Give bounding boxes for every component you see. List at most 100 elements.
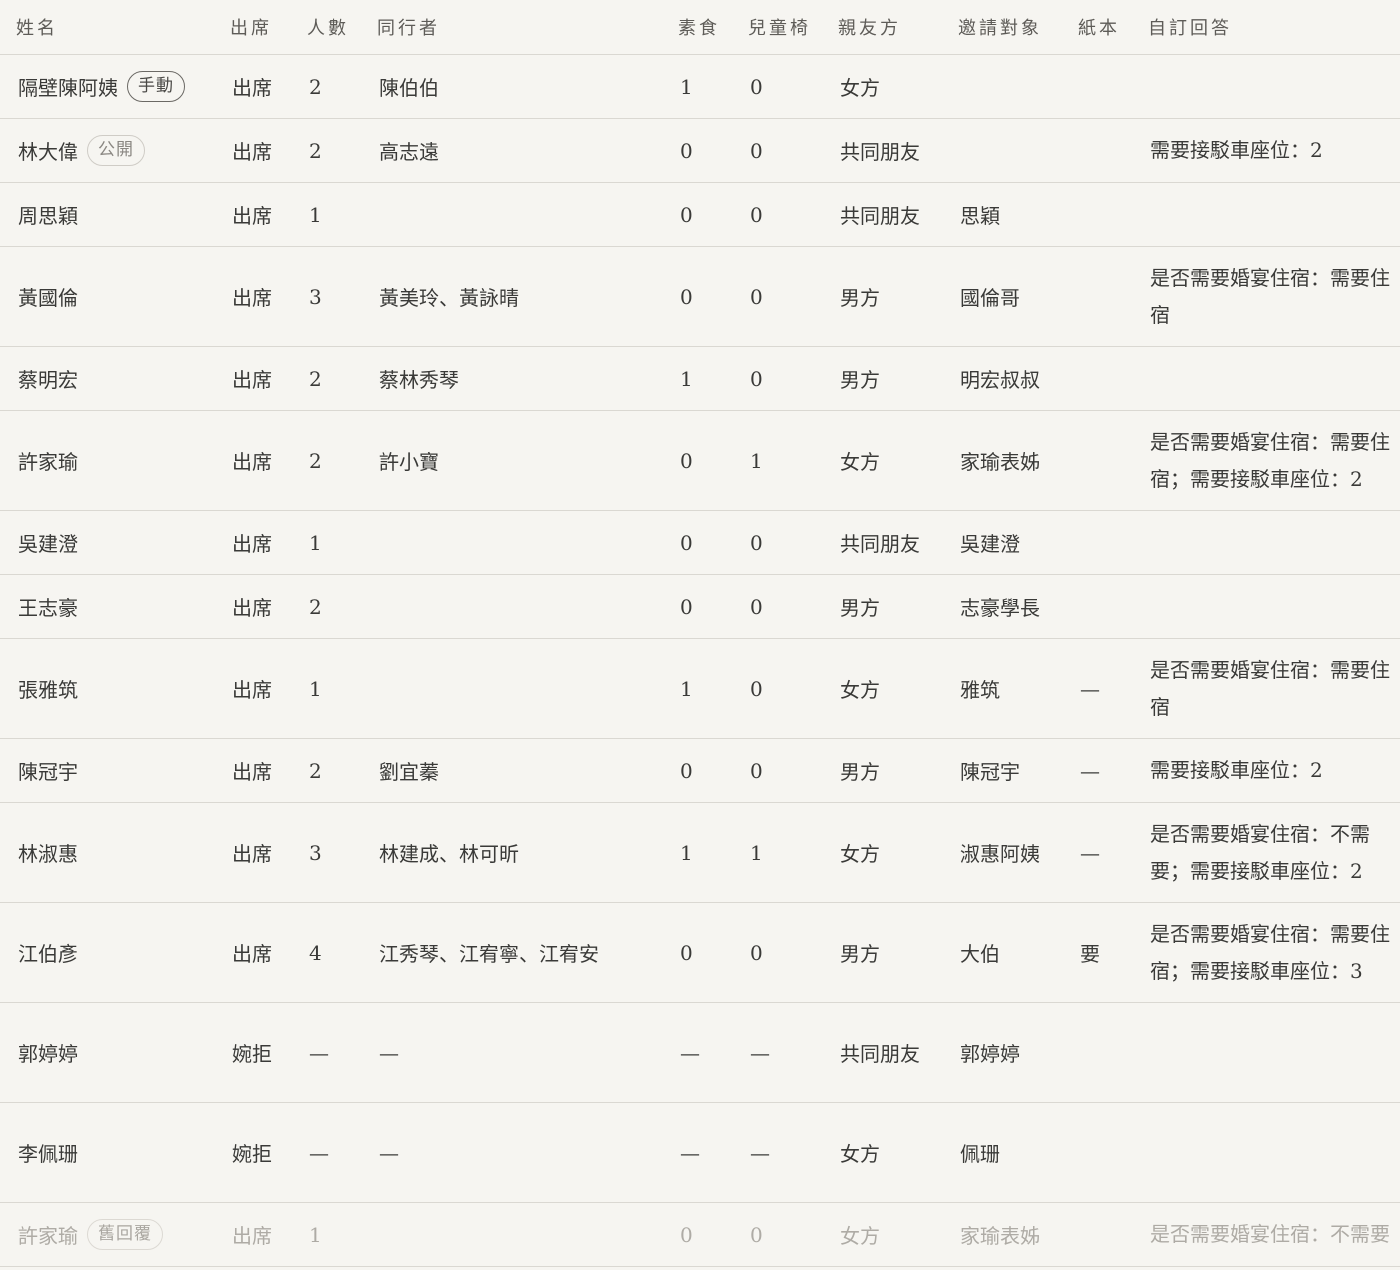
guest-name-wrap: 周思穎 (18, 200, 214, 229)
custom-answer-cell (1132, 1002, 1400, 1103)
guest-name-wrap: 陳冠宇 (18, 756, 214, 785)
custom-answer-text: 是否需要婚宴住宿：需要住宿 (1150, 265, 1390, 327)
vegetarian-cell: 0 (662, 182, 732, 247)
companions-cell: 蔡林秀琴 (361, 346, 662, 411)
invitee-cell: 家瑜表姊 (942, 1202, 1062, 1267)
guest-name: 林大偉 (18, 140, 78, 164)
paper-cell (1062, 1202, 1132, 1267)
header-vegetarian[interactable]: 素食 (662, 0, 732, 55)
vegetarian-cell: 0 (662, 118, 732, 183)
count-cell: 2 (291, 118, 361, 183)
name-cell: 林淑惠 (0, 802, 214, 903)
vegetarian-cell: 1 (662, 638, 732, 739)
header-attend[interactable]: 出席 (214, 0, 291, 55)
attend-cell: 婉拒 (214, 1002, 291, 1103)
custom-answer-cell (1132, 182, 1400, 247)
side-cell: 女方 (822, 802, 942, 903)
header-side[interactable]: 親友方 (822, 0, 942, 55)
invitee-cell: 大伯 (942, 902, 1062, 1003)
attend-cell: 出席 (214, 54, 291, 119)
guest-name-wrap: 李佩珊 (18, 1138, 214, 1167)
header-custom-answers[interactable]: 自訂回答 (1132, 0, 1400, 55)
guest-name-wrap: 林淑惠 (18, 838, 214, 867)
vegetarian-cell: 1 (662, 346, 732, 411)
header-invitee[interactable]: 邀請對象 (942, 0, 1062, 55)
table-row[interactable]: 李佩珊 婉拒 — — — — 女方 佩珊 (0, 1102, 1400, 1203)
custom-answer-cell: 是否需要婚宴住宿：需要住宿 (1132, 638, 1400, 739)
name-cell: 周思穎 (0, 182, 214, 247)
header-count[interactable]: 人數 (291, 0, 361, 55)
side-cell: 男方 (822, 346, 942, 411)
custom-answer-text: 是否需要婚宴住宿：不需要；需要接駁車座位：2 (1150, 821, 1370, 883)
source-tag-badge: 公開 (87, 135, 145, 166)
rsvp-table: 姓名 出席 人數 同行者 素食 兒童椅 親友方 邀請對象 紙本 自訂回答 隔壁陳… (0, 0, 1400, 1267)
header-companions[interactable]: 同行者 (361, 0, 662, 55)
vegetarian-cell: — (662, 1002, 732, 1103)
side-cell: 共同朋友 (822, 1002, 942, 1103)
invitee-cell: 思穎 (942, 182, 1062, 247)
header-name[interactable]: 姓名 (0, 0, 214, 55)
invitee-cell: 志豪學長 (942, 574, 1062, 639)
count-cell: 2 (291, 574, 361, 639)
name-cell: 張雅筑 (0, 638, 214, 739)
name-cell: 江伯彥 (0, 902, 214, 1003)
count-cell: 2 (291, 738, 361, 803)
custom-answer-text: 是否需要婚宴住宿：需要住宿 (1150, 657, 1390, 719)
attend-cell: 出席 (214, 246, 291, 347)
paper-cell (1062, 1102, 1132, 1203)
paper-cell: — (1062, 738, 1132, 803)
side-cell: 女方 (822, 638, 942, 739)
table-row[interactable]: 許家瑜 出席 2 許小寶 0 1 女方 家瑜表姊 是否需要婚宴住宿：需要住宿；需要接駁車座位：2 (0, 410, 1400, 511)
table-row[interactable]: 張雅筑 出席 1 1 0 女方 雅筑 — 是否需要婚宴住宿：需要住宿 (0, 638, 1400, 739)
invitee-cell: 陳冠宇 (942, 738, 1062, 803)
side-cell: 共同朋友 (822, 510, 942, 575)
name-cell: 林大偉 公開 (0, 118, 214, 183)
table-row[interactable]: 蔡明宏 出席 2 蔡林秀琴 1 0 男方 明宏叔叔 (0, 346, 1400, 411)
guest-name: 張雅筑 (18, 678, 78, 702)
count-cell: 4 (291, 902, 361, 1003)
vegetarian-cell: 0 (662, 574, 732, 639)
guest-name: 許家瑜 (18, 1224, 78, 1248)
guest-name: 王志豪 (18, 596, 78, 620)
attend-cell: 出席 (214, 574, 291, 639)
count-cell: 2 (291, 410, 361, 511)
paper-cell (1062, 246, 1132, 347)
table-row[interactable]: 吳建澄 出席 1 0 0 共同朋友 吳建澄 (0, 510, 1400, 575)
table-row[interactable]: 江伯彥 出席 4 江秀琴、江宥寧、江宥安 0 0 男方 大伯要是否需要婚宴住宿：需要住宿；需要… (0, 902, 1400, 1003)
guest-name: 江伯彥 (18, 942, 78, 966)
name-cell: 蔡明宏 (0, 346, 214, 411)
vegetarian-cell: 0 (662, 510, 732, 575)
attend-cell: 出席 (214, 902, 291, 1003)
vegetarian-cell: 0 (662, 410, 732, 511)
attend-cell: 出席 (214, 410, 291, 511)
child-chair-cell: 0 (732, 182, 822, 247)
table-row[interactable]: 隔壁陳阿姨 手動 出席 2 陳伯伯 1 0 女方 (0, 54, 1400, 119)
table-row[interactable]: 林大偉 公開 出席 2 高志遠 0 0 共同朋友 需要接駁車座位：2 (0, 118, 1400, 183)
side-cell: 男方 (822, 574, 942, 639)
table-row[interactable]: 郭婷婷 婉拒 — — — — 共同朋友 郭婷婷 (0, 1002, 1400, 1103)
companions-cell: — (361, 1002, 662, 1103)
custom-answer-cell: 需要接駁車座位：2 (1132, 738, 1400, 803)
custom-answer-text: 需要接駁車座位：2 (1150, 758, 1323, 782)
side-cell: 女方 (822, 1102, 942, 1203)
table-row[interactable]: 黃國倫 出席 3 黃美玲、黃詠晴 0 0 男方 國倫哥 是否需要婚宴住宿：需要住宿 (0, 246, 1400, 347)
guest-name-wrap: 郭婷婷 (18, 1038, 214, 1067)
companions-cell: 黃美玲、黃詠晴 (361, 246, 662, 347)
invitee-cell (942, 118, 1062, 183)
vegetarian-cell: 1 (662, 802, 732, 903)
header-paper[interactable]: 紙本 (1062, 0, 1132, 55)
count-cell: — (291, 1102, 361, 1203)
side-cell: 女方 (822, 1202, 942, 1267)
custom-answer-cell: 是否需要婚宴住宿：需要住宿 (1132, 246, 1400, 347)
table-row[interactable]: 王志豪 出席 2 0 0 男方 志豪學長 (0, 574, 1400, 639)
table-row[interactable]: 林淑惠 出席 3 林建成、林可昕 1 1 女方 淑惠阿姨 — 是否需要婚宴住宿：不需要；需要接駁車… (0, 802, 1400, 903)
name-cell: 陳冠宇 (0, 738, 214, 803)
custom-answer-text: 是否需要婚宴住宿：不需要 (1150, 1222, 1390, 1246)
invitee-cell: 家瑜表姊 (942, 410, 1062, 511)
table-row[interactable]: 周思穎 出席 1 0 0 共同朋友 思穎 (0, 182, 1400, 247)
table-row[interactable]: 陳冠宇 出席 2 劉宜蓁 0 0 男方 陳冠宇 — 需要接駁車座位：2 (0, 738, 1400, 803)
table-row[interactable]: 許家瑜 舊回覆 出席 1 0 0 女方 家瑜表姊 是否需要婚宴住宿：不需要 (0, 1202, 1400, 1267)
side-cell: 男方 (822, 246, 942, 347)
companions-cell: — (361, 1102, 662, 1203)
header-child-chair[interactable]: 兒童椅 (732, 0, 822, 55)
